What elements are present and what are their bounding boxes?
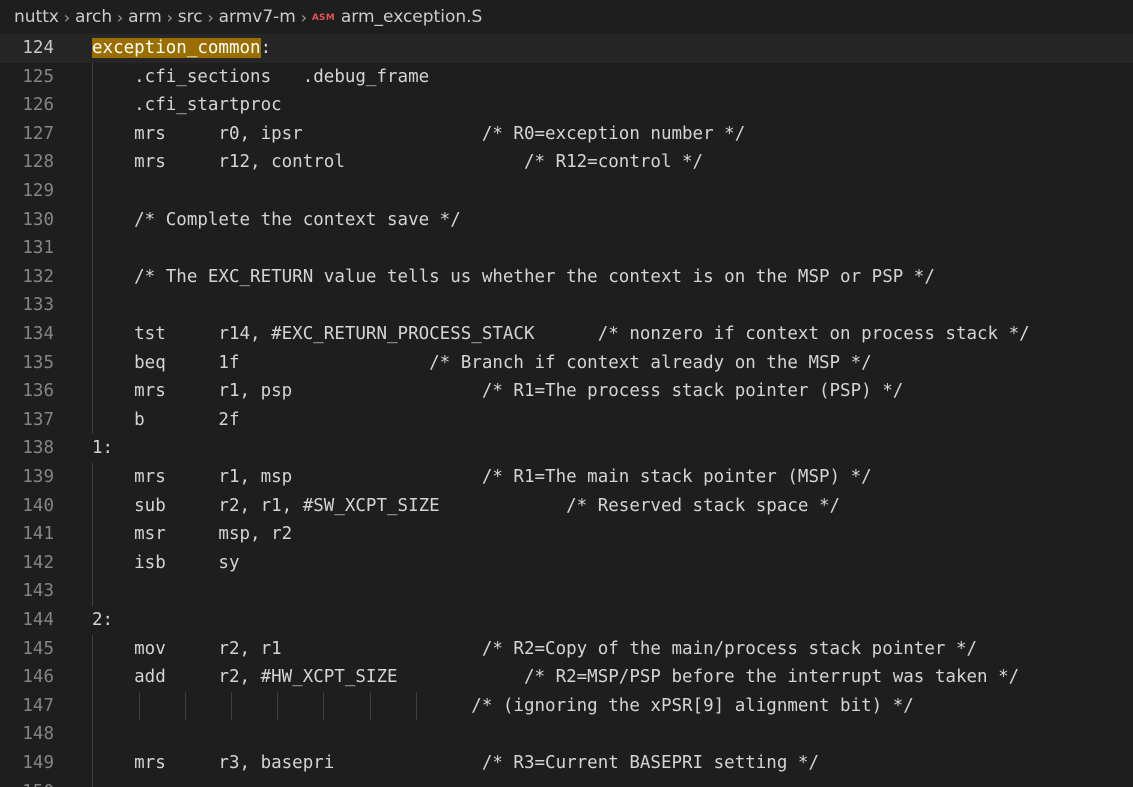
line-number: 150	[0, 778, 54, 787]
indent-guide	[92, 291, 93, 320]
line-number: 148	[22, 724, 54, 745]
line-number: 147	[22, 695, 54, 716]
line-number: 149	[22, 753, 54, 773]
code-text: b 2f	[92, 409, 240, 430]
indent-guide	[92, 720, 93, 749]
code-line[interactable]: 135 beq 1f /* Branch if context already …	[0, 348, 1133, 378]
code-line[interactable]: 128 mrs r12, control /* R12=control */	[0, 148, 1133, 177]
indent-guide	[92, 777, 93, 787]
breadcrumb-item-armv7-m[interactable]: armv7-m	[219, 7, 296, 27]
code-line[interactable]: 141 msr msp, r2	[0, 520, 1133, 549]
code-line[interactable]: 134 tst r14, #EXC_RETURN_PROCESS_STACK /…	[0, 320, 1133, 349]
code-line[interactable]: 124 exception_common:	[0, 34, 1133, 63]
breadcrumb-item-file[interactable]: ASM arm_exception.S	[312, 7, 482, 27]
code-line[interactable]: 145 mov r2, r1 /* R2=Copy of the main/pr…	[0, 634, 1133, 664]
chevron-right-icon: ›	[63, 7, 71, 27]
line-number: 128	[22, 152, 54, 173]
code-line[interactable]: 129	[0, 177, 1133, 206]
code-text: exception_common:	[92, 38, 272, 58]
line-number: 142	[22, 552, 54, 573]
code-line[interactable]: 142 isb sy	[0, 548, 1133, 578]
chevron-right-icon: ›	[116, 7, 124, 27]
code-line[interactable]: 146 add r2, #HW_XCPT_SIZE /* R2=MSP/PSP …	[0, 663, 1133, 692]
line-number: 139	[22, 467, 54, 487]
chevron-right-icon: ›	[166, 7, 173, 27]
line-number: 140	[22, 495, 54, 516]
line-number: 137	[22, 409, 54, 430]
code-text: msr msp, r2	[92, 524, 293, 545]
line-number: 141	[22, 524, 54, 545]
chevron-right-icon: ›	[207, 7, 214, 27]
line-number: 127	[22, 123, 54, 144]
code-line[interactable]: 147 /* (ignoring the xPSR[9] alignment b…	[0, 691, 1133, 721]
code-line[interactable]: 150	[0, 777, 1133, 787]
code-line[interactable]: 130 /* Complete the context save */	[0, 205, 1133, 235]
code-line[interactable]: 136 mrs r1, psp /* R1=The process stack …	[0, 377, 1133, 406]
code-text: beq 1f /* Branch if context already on t…	[92, 352, 872, 373]
code-text: mrs r0, ipsr /* R0=exception number */	[92, 123, 746, 144]
search-match-highlight: exception_common	[92, 38, 261, 58]
code-line[interactable]: 132 /* The EXC_RETURN value tells us whe…	[0, 262, 1133, 292]
breadcrumb-file-name: arm_exception.S	[340, 7, 483, 27]
code-text: 2:	[92, 610, 114, 630]
indent-guide	[92, 577, 93, 606]
code-text: mrs r1, msp /* R1=The main stack pointer…	[92, 467, 872, 487]
code-line[interactable]: 139 mrs r1, msp /* R1=The main stack poi…	[0, 463, 1133, 492]
code-line[interactable]: 149 mrs r3, basepri /* R3=Current BASEPR…	[0, 749, 1133, 778]
code-text: /* (ignoring the xPSR[9] alignment bit) …	[92, 695, 914, 716]
code-text: isb sy	[92, 552, 240, 573]
code-text: mrs r3, basepri /* R3=Current BASEPRI se…	[92, 753, 819, 773]
code-line[interactable]: 144 2:	[0, 606, 1133, 635]
code-text: mrs r12, control /* R12=control */	[92, 152, 704, 173]
line-number: 145	[22, 638, 54, 659]
line-number: 143	[22, 581, 54, 602]
line-number: 125	[22, 66, 54, 87]
code-text: add r2, #HW_XCPT_SIZE /* R2=MSP/PSP befo…	[92, 667, 1020, 688]
code-text: sub r2, r1, #SW_XCPT_SIZE /* Reserved st…	[92, 495, 841, 516]
code-line[interactable]: 127 mrs r0, ipsr /* R0=exception number …	[0, 119, 1133, 149]
line-number: 136	[22, 381, 54, 402]
code-line[interactable]: 138 1:	[0, 434, 1133, 463]
breadcrumb-item-src[interactable]: src	[178, 7, 203, 27]
code-text: .cfi_sections .debug_frame	[92, 66, 430, 87]
code-text: tst r14, #EXC_RETURN_PROCESS_STACK /* no…	[92, 324, 1030, 344]
code-line[interactable]: 126 .cfi_startproc	[0, 91, 1133, 120]
line-number: 129	[22, 181, 54, 201]
code-text: /* The EXC_RETURN value tells us whether…	[92, 266, 935, 287]
breadcrumb: nuttx › arch › arm › src › armv7-m › ASM arm_except…	[0, 0, 1133, 34]
chevron-right-icon: ›	[300, 7, 308, 27]
line-number: 138	[22, 438, 54, 459]
breadcrumb-item-nuttx[interactable]: nuttx	[14, 7, 59, 27]
code-text: mrs r1, psp /* R1=The process stack poin…	[92, 381, 904, 402]
line-number: 126	[22, 95, 54, 116]
code-line[interactable]: 143	[0, 577, 1133, 606]
line-number: 124	[22, 38, 54, 58]
indent-guide	[92, 177, 93, 206]
line-number: 144	[22, 610, 54, 630]
line-number: 132	[22, 266, 54, 287]
indent-guide	[92, 234, 93, 263]
line-number: 130	[22, 209, 54, 230]
code-line[interactable]: 131	[0, 234, 1133, 263]
code-text: 1:	[92, 438, 114, 459]
line-number: 134	[22, 324, 54, 344]
code-line[interactable]: 148	[0, 720, 1133, 749]
code-line[interactable]: 140 sub r2, r1, #SW_XCPT_SIZE /* Reserve…	[0, 491, 1133, 521]
line-number: 131	[22, 238, 54, 259]
code-line[interactable]: 125 .cfi_sections .debug_frame	[0, 62, 1133, 92]
code-line[interactable]: 133	[0, 291, 1133, 320]
line-number: 135	[22, 352, 54, 373]
code-editor[interactable]: 124 exception_common: 125 .cfi_sections .d…	[0, 34, 1133, 787]
code-text: mov r2, r1 /* R2=Copy of the main/proces…	[92, 638, 978, 659]
code-line[interactable]: 137 b 2f	[0, 405, 1133, 435]
line-number: 146	[22, 667, 54, 688]
breadcrumb-item-arm[interactable]: arm	[128, 7, 162, 27]
breadcrumb-item-arch[interactable]: arch	[75, 7, 112, 27]
line-number: 133	[22, 295, 54, 316]
asm-file-icon: ASM	[311, 13, 335, 23]
code-text: /* Complete the context save */	[92, 209, 461, 230]
code-text: .cfi_startproc	[92, 95, 282, 116]
